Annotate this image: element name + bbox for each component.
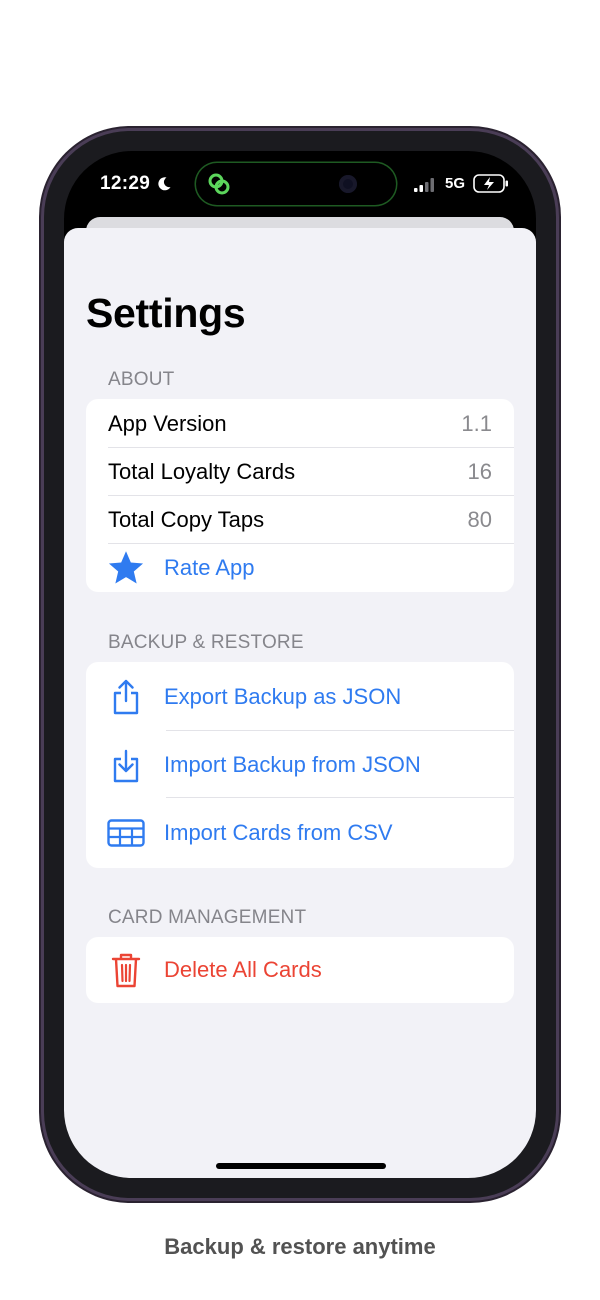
section-header-card-management: CARD MANAGEMENT [108, 907, 307, 928]
export-json-button[interactable]: Export Backup as JSON [86, 662, 514, 731]
share-export-icon [106, 677, 146, 717]
dynamic-island [196, 163, 396, 205]
download-import-icon [106, 745, 146, 785]
home-indicator[interactable] [216, 1163, 386, 1169]
moon-icon [158, 177, 171, 191]
card-management-group: Delete All Cards [86, 937, 514, 1003]
import-json-button[interactable]: Import Backup from JSON [86, 731, 514, 798]
status-time: 12:29 [100, 173, 151, 194]
network-label: 5G [445, 175, 466, 192]
rate-app-label: Rate App [164, 555, 255, 580]
section-header-about: ABOUT [108, 369, 175, 390]
rate-app-button[interactable]: Rate App [86, 544, 514, 592]
settings-sheet: Settings ABOUT App Version 1.1 Total Loy… [64, 228, 536, 1178]
delete-all-cards-label: Delete All Cards [164, 957, 322, 982]
star-icon [106, 548, 146, 588]
link-rings-icon [208, 173, 230, 195]
table-grid-icon [106, 813, 146, 853]
about-group: App Version 1.1 Total Loyalty Cards 16 T… [86, 399, 514, 592]
front-camera [339, 175, 357, 193]
total-copy-taps-label: Total Copy Taps [108, 507, 265, 532]
app-version-value: 1.1 [461, 410, 492, 436]
import-json-label: Import Backup from JSON [164, 751, 421, 777]
total-copy-taps-value: 80 [467, 507, 492, 532]
signal-bars-icon [414, 178, 434, 192]
app-version-label: App Version [108, 410, 227, 436]
total-loyalty-cards-label: Total Loyalty Cards [108, 459, 296, 484]
import-csv-label: Import Cards from CSV [164, 820, 393, 845]
section-header-backup-restore: BACKUP & RESTORE [108, 632, 304, 653]
total-copy-taps-row: Total Copy Taps 80 [86, 496, 514, 544]
backup-restore-group: Export Backup as JSON Import Backup from… [86, 662, 514, 868]
page-title: Settings [86, 290, 246, 336]
phone-screen: 12:29 5G Settings ABOUT App Version 1.1 [64, 151, 536, 1178]
total-loyalty-cards-value: 16 [467, 459, 492, 484]
battery-charging-icon [473, 174, 508, 193]
trash-icon [106, 950, 146, 990]
promo-caption: Backup & restore anytime [164, 1234, 436, 1259]
export-json-label: Export Backup as JSON [164, 683, 402, 709]
import-csv-button[interactable]: Import Cards from CSV [86, 798, 514, 868]
delete-all-cards-button[interactable]: Delete All Cards [86, 937, 514, 1003]
app-version-row: App Version 1.1 [86, 399, 514, 448]
total-loyalty-cards-row: Total Loyalty Cards 16 [86, 448, 514, 496]
